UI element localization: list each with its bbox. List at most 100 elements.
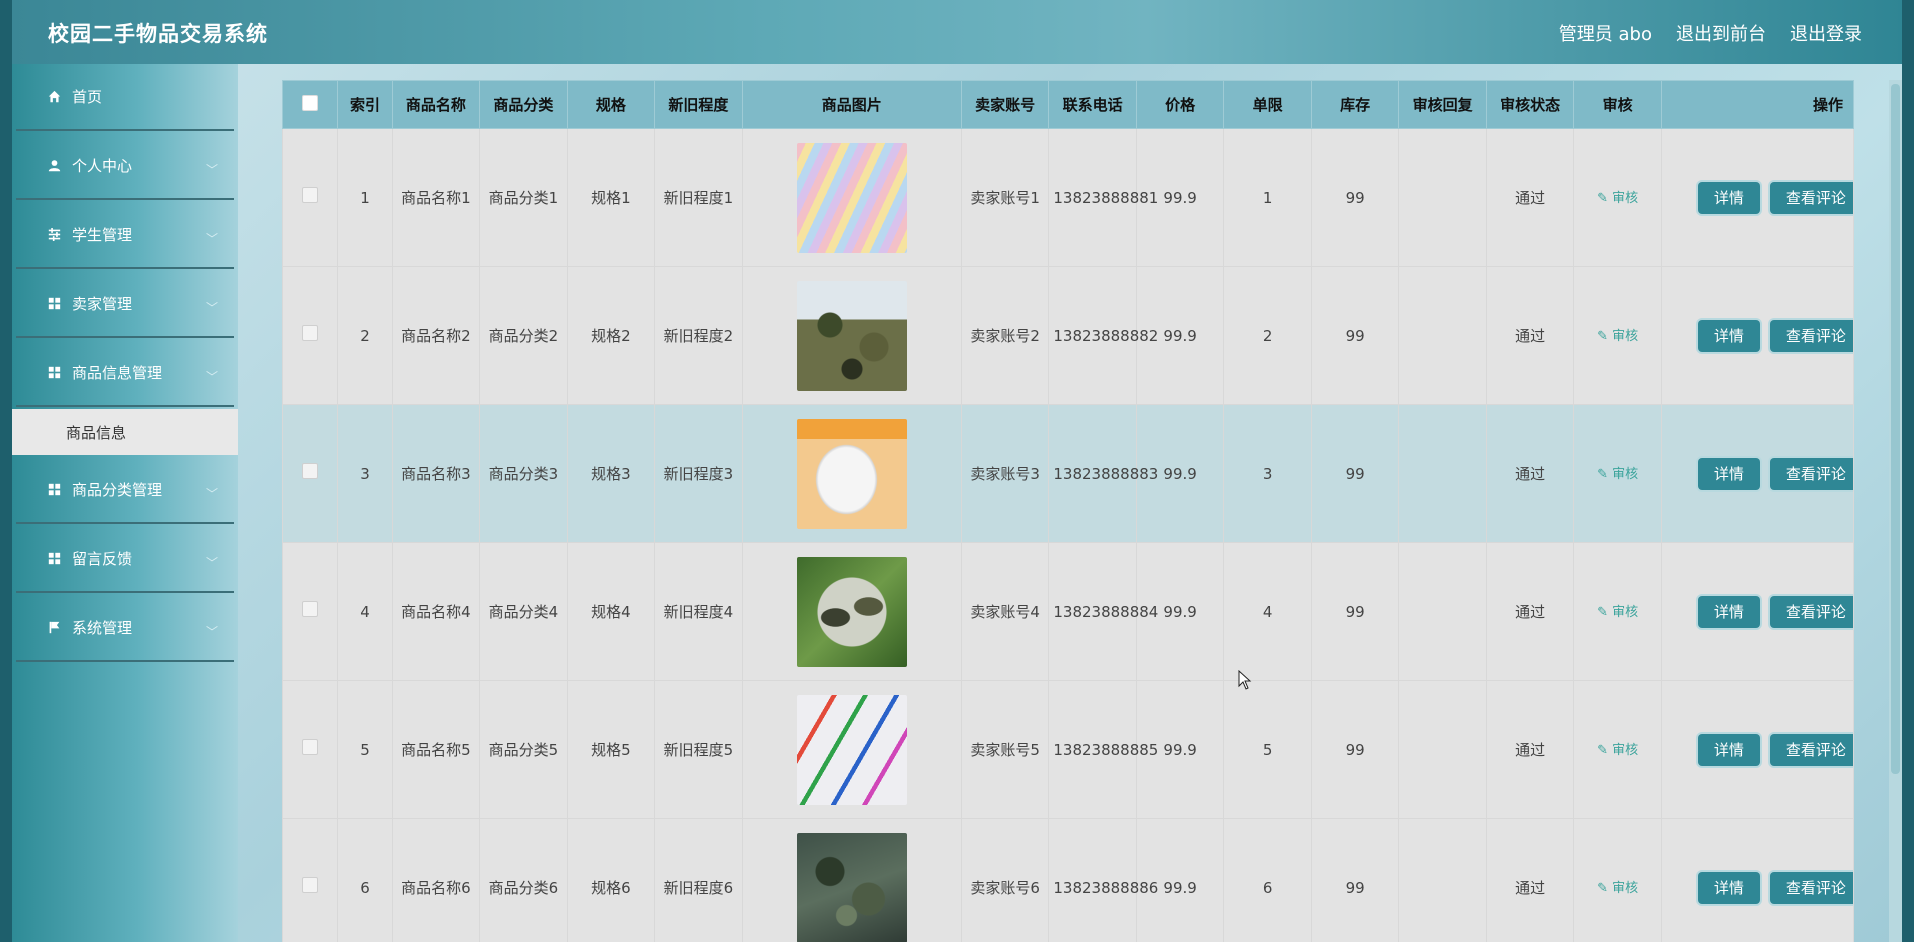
select-all-checkbox[interactable] bbox=[302, 94, 319, 111]
cell-status: 通过 bbox=[1485, 818, 1575, 942]
product-image-camouflage-uniform bbox=[796, 280, 907, 391]
audit-link[interactable]: ✎ 审核 bbox=[1597, 467, 1638, 482]
cell-spec: 规格2 bbox=[566, 266, 656, 405]
sidebar-item-label: 留言反馈 bbox=[72, 550, 133, 568]
cell-category: 商品分类4 bbox=[479, 542, 568, 681]
detail-button[interactable]: 详情 bbox=[1697, 733, 1760, 766]
edit-icon: ✎ bbox=[1597, 466, 1613, 482]
sidebar-item-category-management[interactable]: 商品分类管理 ﹀ bbox=[16, 457, 234, 524]
audit-link[interactable]: ✎ 审核 bbox=[1597, 881, 1638, 896]
audit-link-label: 审核 bbox=[1612, 466, 1639, 482]
detail-button[interactable]: 详情 bbox=[1697, 319, 1760, 352]
vertical-scrollbar[interactable] bbox=[1889, 80, 1902, 942]
cell-limit: 2 bbox=[1223, 266, 1312, 405]
cell-image bbox=[741, 128, 962, 267]
row-select-cell[interactable] bbox=[282, 818, 339, 942]
view-comments-button[interactable]: 查看评论 bbox=[1769, 181, 1853, 214]
row-select-cell[interactable] bbox=[282, 542, 339, 681]
top-links: 管理员 abo 退出到前台 退出登录 bbox=[1559, 20, 1862, 46]
cell-status: 通过 bbox=[1485, 404, 1575, 543]
view-comments-button[interactable]: 查看评论 bbox=[1769, 457, 1853, 490]
row-checkbox[interactable] bbox=[302, 876, 319, 893]
column-header: 商品图片 bbox=[741, 80, 962, 129]
table-header-row: 索引 商品名称 商品分类 规格 新旧程度 商品图片 卖家账号 联系电话 价格 单… bbox=[282, 80, 1854, 129]
edit-icon: ✎ bbox=[1597, 880, 1613, 896]
row-select-cell[interactable] bbox=[282, 404, 339, 543]
column-header: 库存 bbox=[1310, 80, 1400, 129]
sidebar-item-home[interactable]: 首页 bbox=[16, 64, 234, 131]
view-comments-button[interactable]: 查看评论 bbox=[1769, 595, 1853, 628]
cell-name: 商品名称3 bbox=[391, 404, 481, 543]
cell-phone: 13823888882 bbox=[1048, 266, 1158, 405]
sidebar-item-personal-center[interactable]: 个人中心 ﹀ bbox=[16, 133, 234, 200]
cell-limit: 3 bbox=[1223, 404, 1312, 543]
audit-link-label: 审核 bbox=[1612, 880, 1639, 896]
column-header: 商品分类 bbox=[479, 80, 568, 129]
front-link[interactable]: 退出到前台 bbox=[1676, 20, 1766, 46]
sidebar-item-product-info-management[interactable]: 商品信息管理 ﹀ bbox=[16, 340, 234, 407]
table-row: 6 商品名称6 商品分类6 规格6 新旧程度6 卖家账号6 1382388888… bbox=[282, 818, 1854, 942]
user-icon bbox=[46, 159, 62, 172]
cell-stock: 99 bbox=[1310, 542, 1400, 681]
cell-spec: 规格3 bbox=[566, 404, 656, 543]
row-checkbox[interactable] bbox=[302, 738, 319, 755]
cell-phone: 13823888886 bbox=[1048, 818, 1158, 942]
select-all-header[interactable] bbox=[282, 80, 339, 129]
chevron-down-icon: ﹀ bbox=[205, 232, 218, 246]
view-comments-button[interactable]: 查看评论 bbox=[1769, 319, 1853, 352]
row-select-cell[interactable] bbox=[282, 266, 339, 405]
app-title: 校园二手物品交易系统 bbox=[48, 22, 268, 46]
column-header: 单限 bbox=[1223, 80, 1312, 129]
sidebar-item-label: 首页 bbox=[72, 88, 103, 106]
cell-stock: 99 bbox=[1310, 128, 1400, 267]
logout-link[interactable]: 退出登录 bbox=[1790, 20, 1862, 46]
cell-stock: 99 bbox=[1310, 818, 1400, 942]
cell-status: 通过 bbox=[1485, 542, 1575, 681]
row-select-cell[interactable] bbox=[282, 680, 339, 819]
audit-link[interactable]: ✎ 审核 bbox=[1597, 191, 1638, 206]
cell-audit: ✎ 审核 bbox=[1573, 680, 1662, 819]
audit-link-label: 审核 bbox=[1612, 328, 1639, 344]
sidebar-subitem-product-info[interactable]: 商品信息 bbox=[12, 409, 238, 455]
detail-button[interactable]: 详情 bbox=[1697, 595, 1760, 628]
cell-phone: 13823888884 bbox=[1048, 542, 1158, 681]
detail-button[interactable]: 详情 bbox=[1697, 457, 1760, 490]
sidebar-item-seller-management[interactable]: 卖家管理 ﹀ bbox=[16, 271, 234, 338]
cell-actions: 详情 查看评论 bbox=[1660, 128, 1854, 267]
sidebar-item-system-management[interactable]: 系统管理 ﹀ bbox=[16, 595, 234, 662]
cell-phone: 13823888885 bbox=[1048, 680, 1158, 819]
cell-seller: 卖家账号6 bbox=[960, 818, 1050, 942]
cell-stock: 99 bbox=[1310, 680, 1400, 819]
view-comments-button[interactable]: 查看评论 bbox=[1769, 733, 1853, 766]
sidebar-item-label: 卖家管理 bbox=[72, 295, 133, 313]
row-checkbox[interactable] bbox=[302, 324, 319, 341]
cell-audit: ✎ 审核 bbox=[1573, 266, 1662, 405]
sidebar-item-feedback[interactable]: 留言反馈 ﹀ bbox=[16, 526, 234, 593]
row-select-cell[interactable] bbox=[282, 128, 339, 267]
cell-seller: 卖家账号4 bbox=[960, 542, 1050, 681]
cell-name: 商品名称4 bbox=[391, 542, 481, 681]
detail-button[interactable]: 详情 bbox=[1697, 181, 1760, 214]
flag-icon bbox=[46, 621, 62, 634]
grid-icon bbox=[46, 366, 62, 379]
view-comments-button[interactable]: 查看评论 bbox=[1769, 871, 1853, 904]
row-checkbox[interactable] bbox=[302, 462, 319, 479]
product-image-camo-boots bbox=[796, 832, 907, 942]
mouse-cursor-icon bbox=[1238, 669, 1252, 694]
sidebar-item-label: 商品信息管理 bbox=[72, 364, 163, 382]
cell-image bbox=[741, 680, 962, 819]
sidebar-item-student-management[interactable]: 学生管理 ﹀ bbox=[16, 202, 234, 269]
column-header-actions: 操作 bbox=[1660, 80, 1854, 129]
detail-button[interactable]: 详情 bbox=[1697, 871, 1760, 904]
audit-link[interactable]: ✎ 审核 bbox=[1597, 605, 1638, 620]
cell-actions: 详情 查看评论 bbox=[1660, 680, 1854, 819]
row-checkbox[interactable] bbox=[302, 600, 319, 617]
scrollbar-thumb[interactable] bbox=[1891, 84, 1900, 774]
chevron-down-icon: ﹀ bbox=[205, 163, 218, 177]
audit-link[interactable]: ✎ 审核 bbox=[1597, 743, 1638, 758]
audit-link[interactable]: ✎ 审核 bbox=[1597, 329, 1638, 344]
cell-status: 通过 bbox=[1485, 680, 1575, 819]
cell-condition: 新旧程度4 bbox=[654, 542, 743, 681]
row-checkbox[interactable] bbox=[302, 186, 319, 203]
chevron-down-icon: ﹀ bbox=[205, 487, 218, 501]
